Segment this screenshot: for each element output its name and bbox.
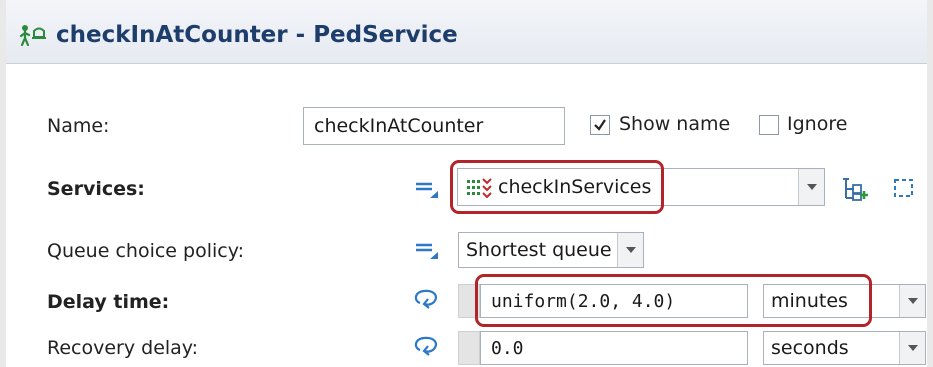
queue-choice-policy-label: Queue choice policy: — [47, 240, 244, 262]
ped-service-icon — [19, 25, 46, 46]
name-input[interactable]: checkInAtCounter — [303, 107, 565, 145]
properties-title-bar: checkInAtCounter - PedService — [6, 0, 927, 64]
delay-time-highlight — [475, 274, 872, 327]
recovery-delay-unit-dropdown[interactable]: seconds — [763, 331, 926, 365]
services-highlight — [450, 160, 664, 214]
create-element-icon[interactable] — [840, 176, 870, 202]
queue-choice-policy-dropdown[interactable]: Shortest queue — [458, 232, 644, 268]
delay-time-label: Delay time: — [47, 291, 170, 313]
code-field-marker — [458, 331, 480, 365]
recovery-delay-label: Recovery delay: — [47, 337, 199, 359]
ignore-label: Ignore — [787, 113, 848, 135]
services-label: Services: — [47, 178, 145, 200]
static-value-icon[interactable] — [414, 238, 440, 260]
recovery-delay-input[interactable]: 0.0 — [480, 331, 748, 365]
show-name-checkbox[interactable] — [590, 115, 610, 135]
dynamic-value-icon[interactable] — [412, 287, 442, 313]
services-dropdown-arrow[interactable] — [798, 169, 824, 205]
delay-unit-dropdown-arrow[interactable] — [899, 285, 925, 317]
window-title: checkInAtCounter - PedService — [56, 22, 458, 48]
checkmark-icon — [594, 119, 606, 131]
recovery-unit-dropdown-arrow[interactable] — [899, 332, 925, 364]
static-value-icon[interactable] — [414, 177, 440, 199]
name-label: Name: — [47, 115, 110, 137]
show-name-label: Show name — [619, 113, 731, 135]
queue-policy-dropdown-arrow[interactable] — [617, 233, 643, 267]
queue-choice-policy-value: Shortest queue — [466, 239, 612, 261]
dynamic-value-icon[interactable] — [412, 334, 442, 360]
ignore-checkbox[interactable] — [759, 115, 779, 135]
recovery-delay-unit-value: seconds — [771, 337, 849, 359]
select-element-icon[interactable] — [892, 176, 916, 200]
